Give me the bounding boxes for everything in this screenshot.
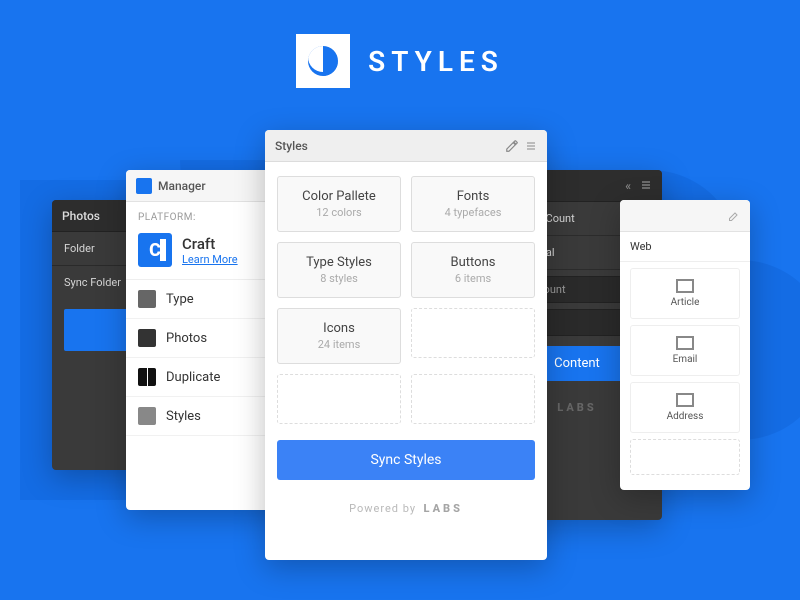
collapse-icon[interactable]: «	[625, 179, 652, 193]
duplicate-icon	[138, 368, 156, 386]
tile-sub: 12 colors	[282, 206, 396, 219]
manager-item-label: Photos	[166, 331, 207, 346]
web-item-label: Article	[671, 297, 700, 308]
tile-buttons[interactable]: Buttons 6 items	[411, 242, 535, 298]
tile-empty[interactable]	[411, 374, 535, 424]
tile-fonts[interactable]: Fonts 4 typefaces	[411, 176, 535, 232]
stage: Photos Folder Sync Folder Manager PLATFO…	[0, 130, 800, 600]
learn-more-link[interactable]: Learn More	[182, 253, 238, 266]
product-name: Craft	[182, 235, 238, 253]
edit-icon[interactable]	[505, 139, 537, 153]
tile-sub: 6 items	[416, 272, 530, 285]
tile-icons[interactable]: Icons 24 items	[277, 308, 401, 364]
styles-title: Styles	[275, 139, 308, 153]
web-panel: Web Article Email Address	[620, 200, 750, 490]
email-icon	[676, 336, 694, 350]
address-icon	[676, 393, 694, 407]
tile-title: Color Pallete	[282, 189, 396, 204]
web-item-empty[interactable]	[630, 439, 740, 475]
styles-panel: Styles Color Pallete 12 colors Fonts 4 typ…	[265, 130, 547, 560]
web-item-email[interactable]: Email	[630, 325, 740, 376]
web-header	[620, 200, 750, 232]
tile-empty[interactable]	[277, 374, 401, 424]
tile-empty[interactable]	[411, 308, 535, 358]
powered-by: Powered by LABS	[265, 492, 547, 529]
web-item-article[interactable]: Article	[630, 268, 740, 319]
photos-title: Photos	[62, 209, 100, 223]
sync-styles-button[interactable]: Sync Styles	[277, 440, 535, 480]
hero: STYLES	[0, 0, 800, 88]
tile-sub: 24 items	[282, 338, 396, 351]
type-icon	[138, 290, 156, 308]
tile-color-palette[interactable]: Color Pallete 12 colors	[277, 176, 401, 232]
powered-brand: LABS	[557, 401, 596, 414]
manager-item-label: Duplicate	[166, 370, 220, 385]
web-item-address[interactable]: Address	[630, 382, 740, 433]
styles-tiles: Color Pallete12 colors Fonts4 typefaces …	[265, 162, 547, 428]
tile-sub: 8 styles	[282, 272, 396, 285]
manager-title: Manager	[158, 179, 206, 193]
tile-sub: 4 typefaces	[416, 206, 530, 219]
web-item-label: Email	[673, 354, 698, 365]
powered-brand: LABS	[424, 502, 463, 515]
tile-title: Buttons	[416, 255, 530, 270]
styles-header: Styles	[265, 130, 547, 162]
tile-type-styles[interactable]: Type Styles 8 styles	[277, 242, 401, 298]
hero-title: STYLES	[368, 45, 504, 78]
craft-mini-icon	[136, 178, 152, 194]
manager-item-label: Type	[166, 292, 194, 307]
craft-logo-icon: C	[138, 233, 172, 267]
edit-icon[interactable]	[728, 210, 740, 222]
tile-title: Type Styles	[282, 255, 396, 270]
photos-icon	[138, 329, 156, 347]
tile-title: Icons	[282, 321, 396, 336]
logo-icon	[296, 34, 350, 88]
manager-item-label: Styles	[166, 409, 201, 424]
powered-prefix: Powered by	[349, 502, 416, 515]
web-item-label: Address	[667, 411, 704, 422]
tile-title: Fonts	[416, 189, 530, 204]
article-icon	[676, 279, 694, 293]
web-tab[interactable]: Web	[620, 232, 750, 262]
styles-icon	[138, 407, 156, 425]
